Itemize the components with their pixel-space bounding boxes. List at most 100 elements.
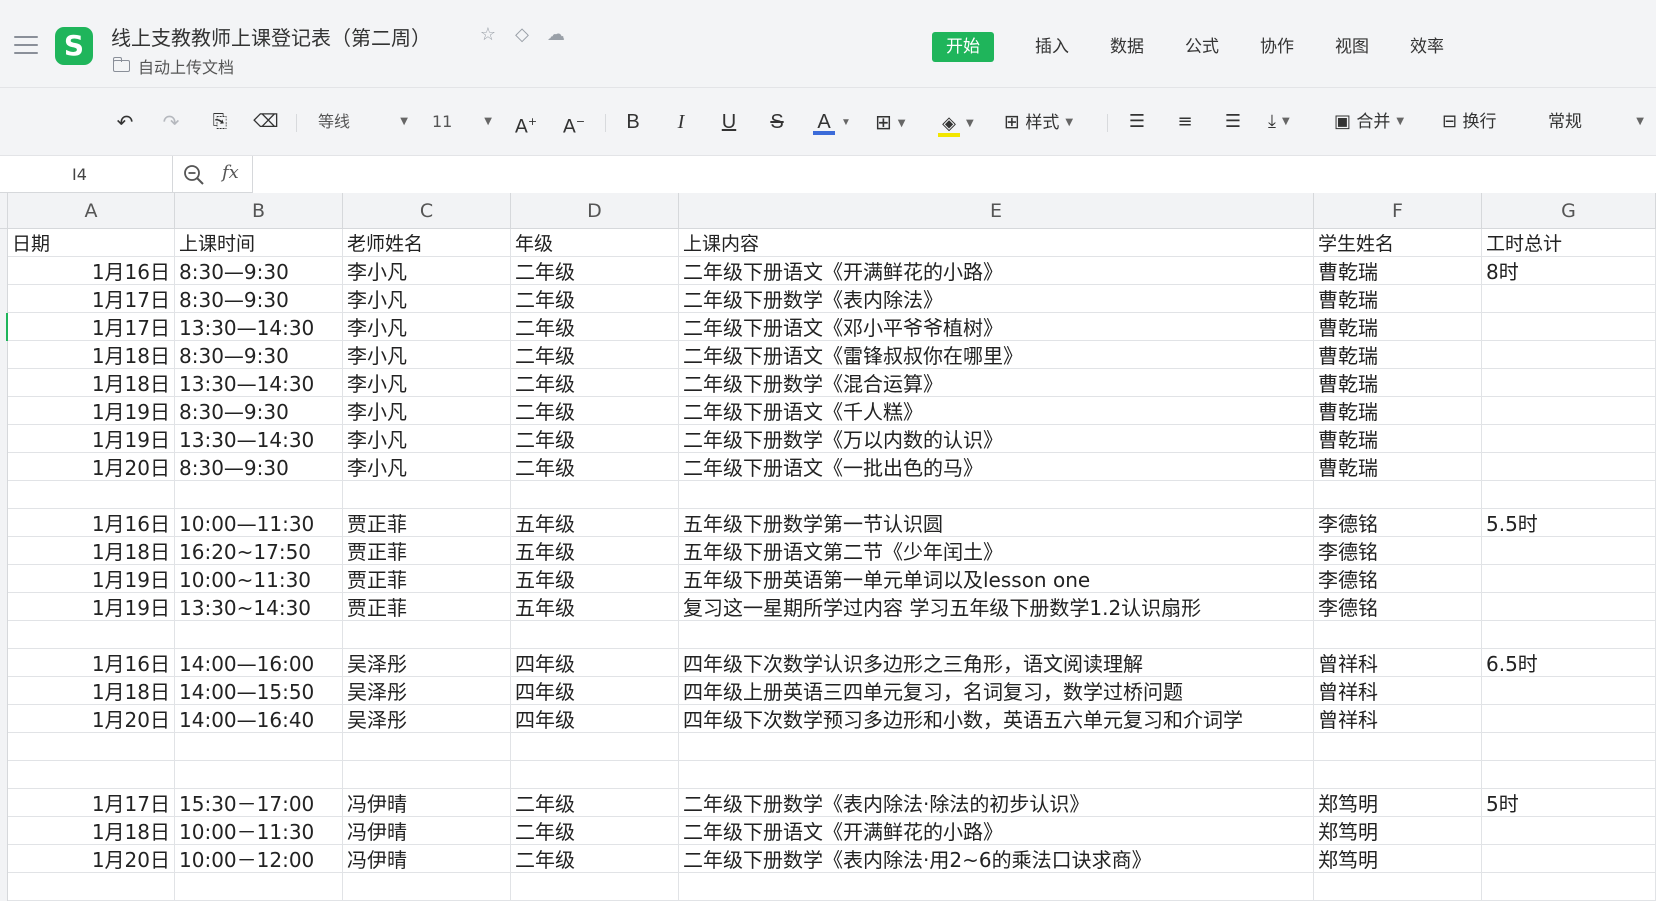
header-cell[interactable]: 学生姓名	[1314, 229, 1482, 257]
cell[interactable]: 8:30—9:30	[175, 453, 343, 481]
cell[interactable]	[679, 621, 1314, 649]
cell[interactable]	[8, 761, 175, 789]
cell[interactable]: 8时	[1482, 257, 1656, 285]
cell[interactable]	[8, 621, 175, 649]
strikethrough-icon[interactable]: S	[764, 106, 790, 138]
column-header[interactable]: B	[175, 193, 343, 229]
cell[interactable]	[1314, 481, 1482, 509]
cell[interactable]: 四年级	[511, 677, 679, 705]
cell[interactable]: 二年级下册数学《表内除法》	[679, 285, 1314, 313]
cell[interactable]: 吴泽彤	[343, 649, 511, 677]
cell[interactable]	[1482, 397, 1656, 425]
cell[interactable]: 1月20日	[8, 845, 175, 873]
cell[interactable]: 10:00－11:30	[175, 817, 343, 845]
cell[interactable]: 8:30—9:30	[175, 257, 343, 285]
header-cell[interactable]: 老师姓名	[343, 229, 511, 257]
cell[interactable]: 13:30—14:30	[175, 313, 343, 341]
align-left-icon[interactable]: ☰	[1124, 106, 1150, 138]
tab-1[interactable]: 插入	[1035, 32, 1069, 62]
cell[interactable]: 15:30－17:00	[175, 789, 343, 817]
cell[interactable]: 李小凡	[343, 369, 511, 397]
cell[interactable]: 四年级下次数学认识多边形之三角形，语文阅读理解	[679, 649, 1314, 677]
column-header[interactable]: A	[8, 193, 175, 229]
cell[interactable]: 曹乾瑞	[1314, 369, 1482, 397]
header-cell[interactable]: 年级	[511, 229, 679, 257]
cell[interactable]: 10:00~11:30	[175, 565, 343, 593]
cell[interactable]: 1月18日	[8, 537, 175, 565]
cell[interactable]: 曾祥科	[1314, 705, 1482, 733]
vertical-align-button[interactable]: ⤓ ▼	[1268, 106, 1312, 138]
cell[interactable]: 二年级下册语文《开满鲜花的小路》	[679, 257, 1314, 285]
cell[interactable]: 五年级下册数学第一节认识圆	[679, 509, 1314, 537]
cell[interactable]: 贾正菲	[343, 593, 511, 621]
cell[interactable]: 冯伊晴	[343, 789, 511, 817]
cell[interactable]: 10:00—11:30	[175, 509, 343, 537]
cell[interactable]: 二年级	[511, 817, 679, 845]
cell[interactable]: 1月18日	[8, 341, 175, 369]
cell[interactable]	[1482, 705, 1656, 733]
cell[interactable]	[175, 621, 343, 649]
font-size-select[interactable]: 11 ▼	[432, 108, 492, 136]
cell[interactable]	[1482, 565, 1656, 593]
cell[interactable]	[1314, 873, 1482, 901]
cell[interactable]: 8:30—9:30	[175, 341, 343, 369]
cell[interactable]: 二年级下册语文《开满鲜花的小路》	[679, 817, 1314, 845]
cell[interactable]: 曹乾瑞	[1314, 397, 1482, 425]
cell[interactable]	[175, 761, 343, 789]
cell[interactable]: 五年级	[511, 537, 679, 565]
cell[interactable]	[1482, 593, 1656, 621]
cell[interactable]: 李小凡	[343, 397, 511, 425]
select-all-corner[interactable]	[0, 193, 8, 229]
cell[interactable]	[1482, 341, 1656, 369]
cell[interactable]	[8, 481, 175, 509]
cell[interactable]: 1月18日	[8, 369, 175, 397]
cell[interactable]	[1482, 285, 1656, 313]
cell[interactable]	[1482, 733, 1656, 761]
cell[interactable]: 李小凡	[343, 313, 511, 341]
column-header[interactable]: D	[511, 193, 679, 229]
format-painter-icon[interactable]: ⎘	[206, 106, 234, 138]
cell[interactable]	[1314, 733, 1482, 761]
cell[interactable]: 曾祥科	[1314, 649, 1482, 677]
cell[interactable]: 李德铭	[1314, 565, 1482, 593]
cell[interactable]: 曹乾瑞	[1314, 425, 1482, 453]
cell[interactable]: 二年级	[511, 789, 679, 817]
cell[interactable]: 二年级下册数学《表内除法·用2~6的乘法口诀求商》	[679, 845, 1314, 873]
cell[interactable]: 二年级	[511, 369, 679, 397]
cell-style-button[interactable]: ⊞ 样式 ▼	[1004, 106, 1096, 138]
cell[interactable]	[1482, 481, 1656, 509]
cell[interactable]: 13:30—14:30	[175, 369, 343, 397]
cell[interactable]: 13:30—14:30	[175, 425, 343, 453]
cell[interactable]: 二年级	[511, 341, 679, 369]
tab-2[interactable]: 数据	[1110, 32, 1144, 62]
cell[interactable]: 1月17日	[8, 313, 175, 341]
cell[interactable]	[343, 481, 511, 509]
formula-input[interactable]	[252, 156, 1656, 193]
star-icon[interactable]: ☆	[478, 24, 498, 45]
cell[interactable]	[343, 761, 511, 789]
cell[interactable]	[175, 873, 343, 901]
cell[interactable]: 郑笃明	[1314, 817, 1482, 845]
cell[interactable]: 二年级下册数学《表内除法·除法的初步认识》	[679, 789, 1314, 817]
cell[interactable]	[511, 733, 679, 761]
align-right-icon[interactable]: ☰	[1220, 106, 1246, 138]
bold-icon[interactable]: B	[620, 106, 646, 138]
cell[interactable]: 13:30~14:30	[175, 593, 343, 621]
cell[interactable]: 二年级	[511, 313, 679, 341]
cell[interactable]	[175, 733, 343, 761]
cell[interactable]: 5.5时	[1482, 509, 1656, 537]
cell[interactable]: 四年级	[511, 705, 679, 733]
undo-icon[interactable]: ↶	[112, 106, 138, 138]
cell[interactable]	[679, 873, 1314, 901]
cell[interactable]: 8:30—9:30	[175, 285, 343, 313]
cell[interactable]: 李德铭	[1314, 509, 1482, 537]
font-name-select[interactable]: 等线 ▼	[318, 108, 408, 136]
cell[interactable]: 二年级下册语文《邓小平爷爷植树》	[679, 313, 1314, 341]
cell[interactable]	[1482, 761, 1656, 789]
cell[interactable]: 李小凡	[343, 453, 511, 481]
cell[interactable]: 李小凡	[343, 285, 511, 313]
function-icon[interactable]: fx	[222, 162, 239, 183]
cell[interactable]	[1482, 369, 1656, 397]
tag-icon[interactable]: ◇	[512, 24, 532, 45]
cell[interactable]: 1月18日	[8, 677, 175, 705]
